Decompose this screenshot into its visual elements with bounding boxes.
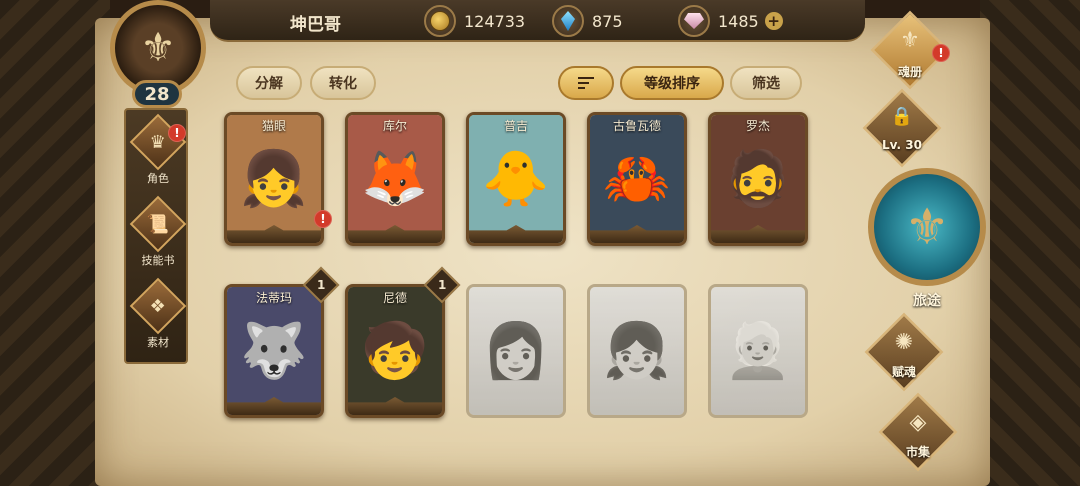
hero-portrait-icon: 🐺 <box>227 287 321 415</box>
sidebar-label-skill-book: 技能书 <box>141 254 175 267</box>
gem-resource[interactable]: 1485 + <box>678 5 783 37</box>
hero-portrait-icon: 🧔 <box>711 115 805 243</box>
market-button[interactable]: ◈ 市集 <box>870 392 966 472</box>
crystal-resource[interactable]: 875 <box>552 5 623 37</box>
gem-value: 1485 <box>718 11 759 31</box>
sidebar-label-material: 素材 <box>147 336 169 349</box>
hero-card[interactable]: 🐥 普吉 <box>466 112 566 246</box>
sort-order-button[interactable] <box>558 66 614 100</box>
locked-hero-card[interactable]: 👱 <box>708 284 808 418</box>
gold-value: 124733 <box>464 11 526 31</box>
locked-hero-portrait-icon: 👧 <box>590 287 684 415</box>
gold-coin-icon <box>424 5 456 37</box>
market-label: 市集 <box>905 445 930 459</box>
hero-name: 罗杰 <box>745 119 770 133</box>
add-gem-button[interactable]: + <box>764 12 783 30</box>
hero-name: 猫眼 <box>261 119 286 133</box>
fusion-label: 赋魂 <box>891 365 916 379</box>
material-icon: ❖ <box>129 277 187 335</box>
blue-crystal-icon <box>552 5 584 37</box>
sidebar-item-character[interactable]: ♛ 角色 ! <box>126 113 190 192</box>
hero-card[interactable]: 🧔 罗杰 <box>708 112 808 246</box>
hero-portrait-icon: 🦀 <box>590 115 684 243</box>
unlock-level-label: Lv. 30 <box>882 138 922 152</box>
hero-card[interactable]: 🦊 库尔 <box>345 112 445 246</box>
fusion-icon: ✺ <box>894 330 914 355</box>
sidebar-item-skill-book[interactable]: 📜 技能书 <box>126 195 190 274</box>
locked-hero-portrait-icon: 👱 <box>711 287 805 415</box>
player-name: 坤巴哥 <box>290 15 341 35</box>
sidebar-item-material[interactable]: ❖ 素材 <box>126 277 190 356</box>
character-alert-badge: ! <box>168 124 186 142</box>
locked-hero-card[interactable]: 👧 <box>587 284 687 418</box>
left-border-texture <box>0 0 110 486</box>
soul-book-alert-badge: ! <box>932 44 950 62</box>
hero-card[interactable]: 👧 猫眼 <box>224 112 324 246</box>
character-icon: ♛ <box>129 113 187 171</box>
hero-portrait-icon: 👧 <box>227 115 321 243</box>
hero-name: 库尔 <box>382 119 407 133</box>
lock-icon: 🔒 <box>890 106 914 127</box>
filter-button[interactable]: 筛选 <box>730 66 802 100</box>
hero-card[interactable]: 🦀 古鲁瓦德 <box>587 112 687 246</box>
hero-alert-badge: ! <box>314 210 332 228</box>
gold-resource[interactable]: 124733 <box>424 5 525 37</box>
hero-name: 普吉 <box>503 119 528 133</box>
skill-book-icon: 📜 <box>129 195 187 253</box>
crystal-value: 875 <box>592 11 623 31</box>
player-level: 28 <box>132 80 182 108</box>
market-gem-icon: ◈ <box>909 410 927 435</box>
hero-card[interactable]: 🧒 尼德 <box>345 284 445 418</box>
right-border-texture <box>980 0 1080 486</box>
sidebar-label-character: 角色 <box>147 172 169 185</box>
hero-portrait-icon: 🐥 <box>469 115 563 243</box>
hero-card[interactable]: 🐺 法蒂玛 <box>224 284 324 418</box>
soul-book-label: 魂册 <box>897 65 922 79</box>
category-sidebar: ♛ 角色 ! 📜 技能书 ❖ 素材 <box>124 108 188 364</box>
hero-portrait-icon: 🦊 <box>348 115 442 243</box>
hero-portrait-icon: 🧒 <box>348 287 442 415</box>
fusion-button[interactable]: ✺ 赋魂 <box>856 312 952 392</box>
locked-hero-portrait-icon: 👩 <box>469 287 563 415</box>
hero-name: 尼德 <box>382 291 407 305</box>
player-emblem[interactable]: ⚜ 28 <box>98 0 218 112</box>
level-sort-button[interactable]: 等级排序 <box>620 66 724 100</box>
hero-name: 古鲁瓦德 <box>612 119 661 133</box>
convert-button[interactable]: 转化 <box>310 66 376 100</box>
locked-feature-button[interactable]: 🔒 Lv. 30 <box>854 88 950 168</box>
hero-name: 法蒂玛 <box>255 291 292 305</box>
pink-gem-icon <box>678 5 710 37</box>
locked-hero-card[interactable]: 👩 <box>466 284 566 418</box>
journey-emblem-icon: ⚜ <box>868 168 986 286</box>
journey-button[interactable]: ⚜ 旅途 <box>868 160 990 310</box>
journey-label: 旅途 <box>913 293 941 309</box>
decompose-button[interactable]: 分解 <box>236 66 302 100</box>
sort-icon <box>578 74 594 92</box>
